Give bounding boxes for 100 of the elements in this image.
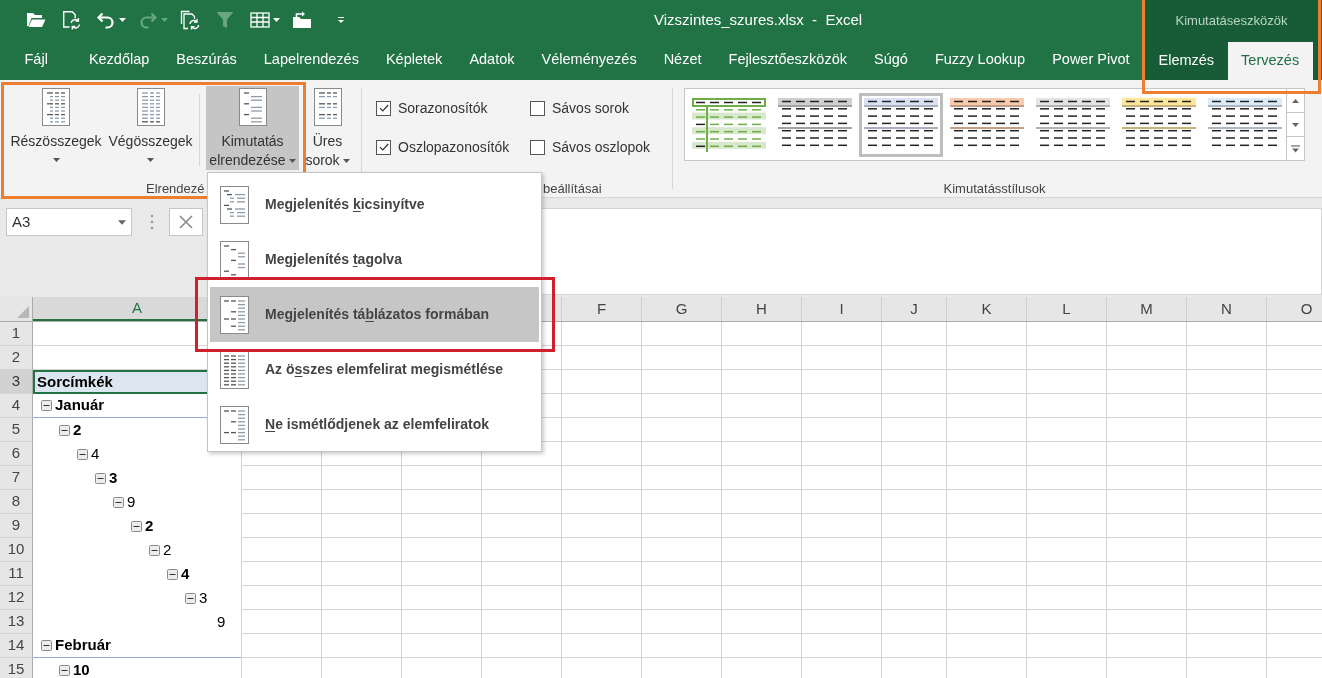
vertical-dots-icon[interactable]: [150, 214, 154, 230]
pivot-row-label: Január: [55, 395, 105, 416]
pages-refresh-icon[interactable]: [180, 10, 200, 30]
page-refresh-icon[interactable]: [61, 10, 81, 30]
caret-icon[interactable]: [273, 18, 280, 22]
triangle-icon: [17, 306, 29, 318]
row-header[interactable]: 1: [0, 322, 33, 346]
menu-item[interactable]: Megjelenítés táblázatos formában: [210, 287, 539, 342]
pivot-row-label: Február: [55, 635, 111, 656]
menu-item[interactable]: Ne ismétlődjenek az elemfeliratok: [210, 397, 539, 452]
caret-icon: [118, 219, 126, 225]
checkbox-label[interactable]: Oszlopazonosítók: [398, 136, 510, 158]
column-header[interactable]: J: [882, 297, 946, 321]
page-lines-icon: [220, 350, 249, 389]
row-header[interactable]: 15: [0, 658, 33, 678]
collapse-icon[interactable]: [59, 424, 70, 436]
row-header[interactable]: 6: [0, 442, 33, 466]
column-header[interactable]: K: [947, 297, 1026, 321]
collapse-icon[interactable]: [185, 592, 196, 604]
undo-icon[interactable]: [96, 10, 116, 30]
row-header[interactable]: 11: [0, 562, 33, 586]
ribbon-tab[interactable]: Képletek: [372, 40, 456, 80]
contextual-group-title: Kimutatáseszközök: [1175, 12, 1288, 31]
folder-arrow-icon[interactable]: [292, 10, 312, 30]
row-header[interactable]: 9: [0, 514, 33, 538]
ribbon-tab[interactable]: Fuzzy Lookup: [921, 40, 1039, 80]
table-icon[interactable]: [250, 10, 270, 30]
ribbon-button[interactable]: Kimutatás elrendezése: [206, 86, 299, 170]
ribbon-tab[interactable]: Elemzés: [1145, 42, 1228, 80]
collapse-icon[interactable]: [41, 400, 52, 411]
column-header[interactable]: M: [1107, 297, 1186, 321]
ribbon-tab[interactable]: Fájl: [11, 40, 62, 80]
line-caret-icon[interactable]: [337, 16, 345, 24]
collapse-icon[interactable]: [113, 496, 124, 508]
column-header[interactable]: G: [642, 297, 721, 321]
page-lines-icon: [313, 88, 342, 126]
ribbon-tab[interactable]: Kezdőlap: [75, 40, 163, 80]
pivot-row-label: 4: [181, 563, 190, 584]
ribbon-tab[interactable]: Tervezés: [1227, 42, 1313, 80]
group-label: Elrendezé: [146, 181, 205, 196]
ribbon-tab[interactable]: Véleményezés: [528, 40, 651, 80]
column-header[interactable]: H: [722, 297, 801, 321]
column-header[interactable]: O: [1267, 297, 1322, 321]
checkbox-label[interactable]: Sorazonosítók: [398, 97, 488, 119]
caret-icon: [288, 159, 296, 164]
ribbon-tab[interactable]: Fejlesztőeszközök: [715, 40, 861, 80]
row-header[interactable]: 13: [0, 610, 33, 634]
name-box[interactable]: A3: [6, 208, 132, 236]
menu-item[interactable]: Megjelenítés kicsinyítve: [210, 177, 539, 232]
scroll-up-button[interactable]: [1287, 88, 1305, 113]
ribbon-button[interactable]: Részösszegek: [8, 86, 104, 170]
collapse-icon[interactable]: [131, 520, 142, 532]
ribbon-button[interactable]: Üres sorok: [304, 86, 351, 170]
ribbon-tab[interactable]: Nézet: [650, 40, 716, 80]
ribbon-tab[interactable]: Lapelrendezés: [250, 40, 373, 80]
column-header[interactable]: L: [1027, 297, 1106, 321]
column-header[interactable]: I: [802, 297, 881, 321]
collapse-icon[interactable]: [149, 544, 160, 556]
checkbox[interactable]: [376, 100, 391, 116]
caret-icon: [52, 158, 60, 162]
collapse-icon[interactable]: [59, 664, 70, 676]
row-header[interactable]: 2: [0, 346, 33, 370]
ribbon-tab[interactable]: Beszúrás: [162, 40, 251, 80]
caret-down-icon: [1292, 122, 1299, 127]
pivot-row-label: 2: [145, 515, 154, 536]
checkbox[interactable]: [530, 100, 545, 116]
ribbon-tab[interactable]: Súgó: [860, 40, 922, 80]
row-header[interactable]: 4: [0, 394, 33, 418]
caret-icon: [342, 159, 350, 164]
row-header[interactable]: 7: [0, 466, 33, 490]
collapse-icon[interactable]: [167, 568, 178, 580]
ribbon-tab[interactable]: Adatok: [455, 40, 529, 80]
row-header[interactable]: 10: [0, 538, 33, 562]
row-header[interactable]: 3: [0, 370, 33, 394]
row-header[interactable]: 14: [0, 634, 33, 658]
checkbox-label[interactable]: Sávos oszlopok: [552, 136, 651, 158]
scroll-down-button[interactable]: [1287, 113, 1305, 137]
caret-icon[interactable]: [119, 18, 126, 22]
caret-up-icon: [1292, 98, 1299, 103]
menu-item[interactable]: Megjelenítés tagolva: [210, 232, 539, 287]
checkbox[interactable]: [376, 139, 391, 155]
checkbox-label[interactable]: Sávos sorok: [552, 97, 630, 119]
pivot-row-label: 2: [163, 539, 172, 560]
cancel-button[interactable]: [169, 208, 203, 236]
collapse-icon[interactable]: [41, 640, 52, 651]
collapse-icon[interactable]: [77, 448, 88, 460]
collapse-icon[interactable]: [95, 472, 106, 484]
column-header[interactable]: F: [562, 297, 641, 321]
row-header[interactable]: 8: [0, 490, 33, 514]
checkbox[interactable]: [530, 139, 545, 155]
ribbon-tab[interactable]: Power Pivot: [1038, 40, 1144, 80]
ribbon-button[interactable]: Végösszegek: [106, 86, 195, 170]
pivot-row-label: 10: [73, 659, 90, 678]
row-header[interactable]: 5: [0, 418, 33, 442]
column-header[interactable]: N: [1187, 297, 1266, 321]
more-styles-button[interactable]: [1287, 137, 1305, 161]
row-header[interactable]: 12: [0, 586, 33, 610]
folder-icon[interactable]: [26, 10, 46, 30]
page-lines-icon: [220, 240, 249, 279]
page-lines-icon: [136, 88, 165, 126]
